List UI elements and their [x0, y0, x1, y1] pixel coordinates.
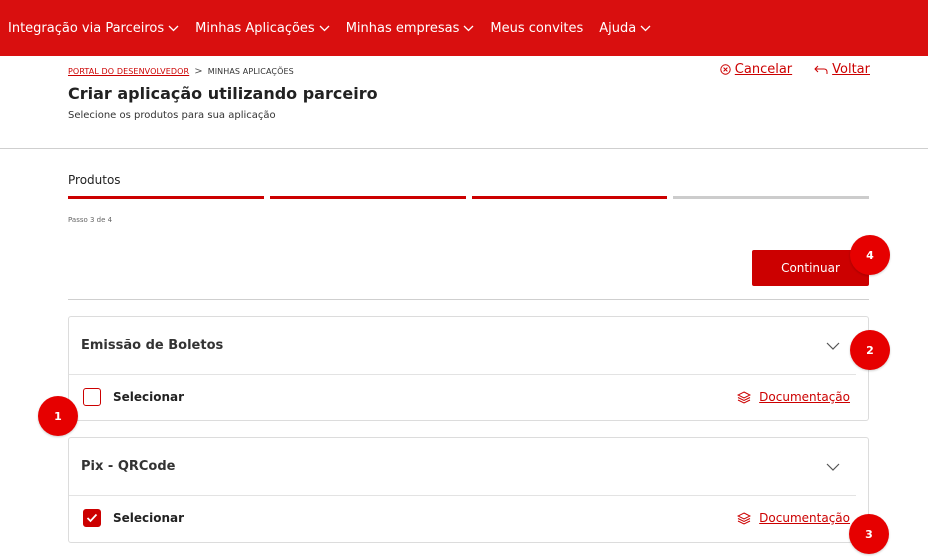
back-link[interactable]: Voltar: [814, 62, 870, 77]
product-title: Emissão de Boletos: [81, 338, 224, 353]
chevron-down-icon[interactable]: [826, 342, 840, 350]
layers-icon: [737, 511, 752, 525]
annotation-badge-4: 4: [850, 235, 890, 275]
chevron-down-icon: [640, 25, 651, 32]
top-navigation: Integração via Parceiros Minhas Aplicaçõ…: [0, 0, 928, 56]
progress-segment-2: [269, 196, 466, 199]
breadcrumb-separator-icon: >: [194, 66, 203, 77]
chevron-down-icon: [319, 25, 330, 32]
nav-item-minhas-aplicacoes[interactable]: Minhas Aplicações: [195, 21, 330, 36]
select-checkbox-pix-qrcode[interactable]: Selecionar: [83, 509, 184, 527]
header-divider: [0, 148, 928, 149]
layers-icon: [737, 390, 752, 404]
back-arrow-icon: [814, 65, 828, 75]
chevron-down-icon[interactable]: [826, 463, 840, 471]
nav-item-ajuda[interactable]: Ajuda: [599, 21, 651, 36]
product-card-pix-qrcode: Pix - QRCode Selecionar Documentação: [68, 437, 869, 543]
breadcrumb-link-portal[interactable]: PORTAL DO DESENVOLVEDOR: [68, 67, 189, 76]
checkbox-icon[interactable]: [83, 388, 101, 406]
product-card-emissao-boletos: Emissão de Boletos Selecionar Documentaç…: [68, 316, 869, 421]
annotation-badge-1: 1: [38, 396, 78, 436]
close-circle-icon: [720, 64, 731, 75]
nav-item-meus-convites[interactable]: Meus convites: [490, 21, 583, 36]
page-title: Criar aplicação utilizando parceiro: [68, 84, 378, 103]
nav-item-integracao-parceiros[interactable]: Integração via Parceiros: [8, 21, 179, 36]
chevron-down-icon: [168, 25, 179, 32]
product-card-header[interactable]: Emissão de Boletos: [69, 317, 856, 375]
annotation-badge-2: 2: [850, 330, 890, 370]
breadcrumb-current: MINHAS APLICAÇÕES: [207, 67, 294, 76]
product-card-body: Selecionar Documentação: [69, 496, 868, 540]
cancel-link[interactable]: Cancelar: [720, 62, 792, 77]
product-card-body: Selecionar Documentação: [69, 375, 868, 419]
header-actions: Cancelar Voltar: [720, 62, 870, 77]
product-title: Pix - QRCode: [81, 459, 176, 474]
breadcrumb: PORTAL DO DESENVOLVEDOR > MINHAS APLICAÇ…: [68, 66, 294, 77]
annotation-badge-3: 3: [849, 514, 889, 554]
chevron-down-icon: [463, 25, 474, 32]
documentation-link[interactable]: Documentação: [737, 390, 850, 404]
page-subtitle: Selecione os produtos para sua aplicação: [68, 110, 276, 121]
checkbox-checked-icon[interactable]: [83, 509, 101, 527]
step-progress-bar: [68, 196, 869, 199]
nav-item-minhas-empresas[interactable]: Minhas empresas: [346, 21, 475, 36]
progress-segment-3: [471, 196, 668, 199]
progress-segment-4: [673, 196, 869, 199]
product-card-header[interactable]: Pix - QRCode: [69, 438, 856, 496]
section-divider: [68, 299, 869, 300]
select-checkbox-emissao-boletos[interactable]: Selecionar: [83, 388, 184, 406]
documentation-link[interactable]: Documentação: [737, 511, 850, 525]
step-count: Passo 3 de 4: [68, 216, 113, 224]
step-label: Produtos: [68, 173, 121, 187]
progress-segment-1: [68, 196, 264, 199]
